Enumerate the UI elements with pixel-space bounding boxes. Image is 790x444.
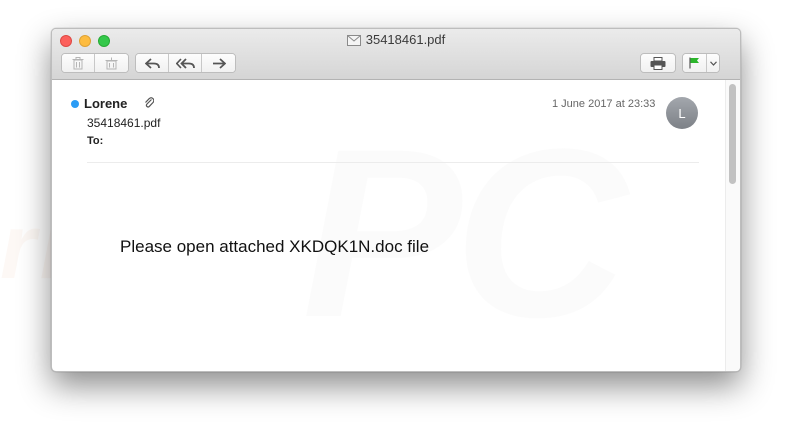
delete-junk-group — [61, 53, 129, 73]
vertical-scrollbar[interactable] — [725, 80, 740, 371]
sender-name[interactable]: Lorene — [84, 96, 127, 111]
chevron-down-icon — [709, 60, 717, 66]
trash-button[interactable] — [62, 54, 95, 72]
reply-forward-group — [135, 53, 236, 73]
paperclip-icon — [144, 96, 155, 114]
forward-arrow-icon — [212, 57, 226, 69]
window-title-area: 35418461.pdf — [52, 32, 740, 47]
envelope-icon — [346, 35, 361, 46]
reply-all-arrow-icon — [175, 57, 195, 69]
flag-group — [682, 53, 720, 73]
sender-avatar[interactable]: L — [666, 97, 698, 129]
flag-menu-button[interactable] — [707, 54, 719, 72]
message-date: 1 June 2017 at 23:33 — [552, 98, 656, 110]
scrollbar-thumb[interactable] — [729, 84, 736, 184]
reply-all-button[interactable] — [169, 54, 202, 72]
message-body: Please open attached XKDQK1N.doc file — [120, 237, 430, 256]
mail-message-window: 35418461.pdf PC Lorene 35418461.pdf To: … — [51, 28, 741, 372]
message-view: PC Lorene 35418461.pdf To: 1 June 2017 a… — [52, 80, 740, 371]
watermark-pc: PC — [302, 99, 627, 367]
unread-indicator-dot — [71, 100, 79, 108]
junk-button[interactable] — [95, 54, 128, 72]
message-subject: 35418461.pdf — [87, 116, 161, 130]
to-label: To: — [87, 135, 104, 147]
printer-icon — [650, 56, 666, 70]
window-title: 35418461.pdf — [365, 32, 446, 47]
flag-icon — [689, 57, 699, 69]
print-group — [640, 53, 676, 73]
trash-icon — [72, 56, 84, 69]
junk-icon — [105, 57, 118, 69]
title-bar: 35418461.pdf — [52, 29, 740, 80]
avatar-initial: L — [678, 105, 686, 121]
forward-button[interactable] — [202, 54, 235, 72]
flag-button[interactable] — [683, 54, 707, 72]
header-divider — [87, 162, 699, 163]
print-button[interactable] — [641, 54, 675, 72]
reply-arrow-icon — [144, 57, 160, 69]
reply-button[interactable] — [136, 54, 169, 72]
